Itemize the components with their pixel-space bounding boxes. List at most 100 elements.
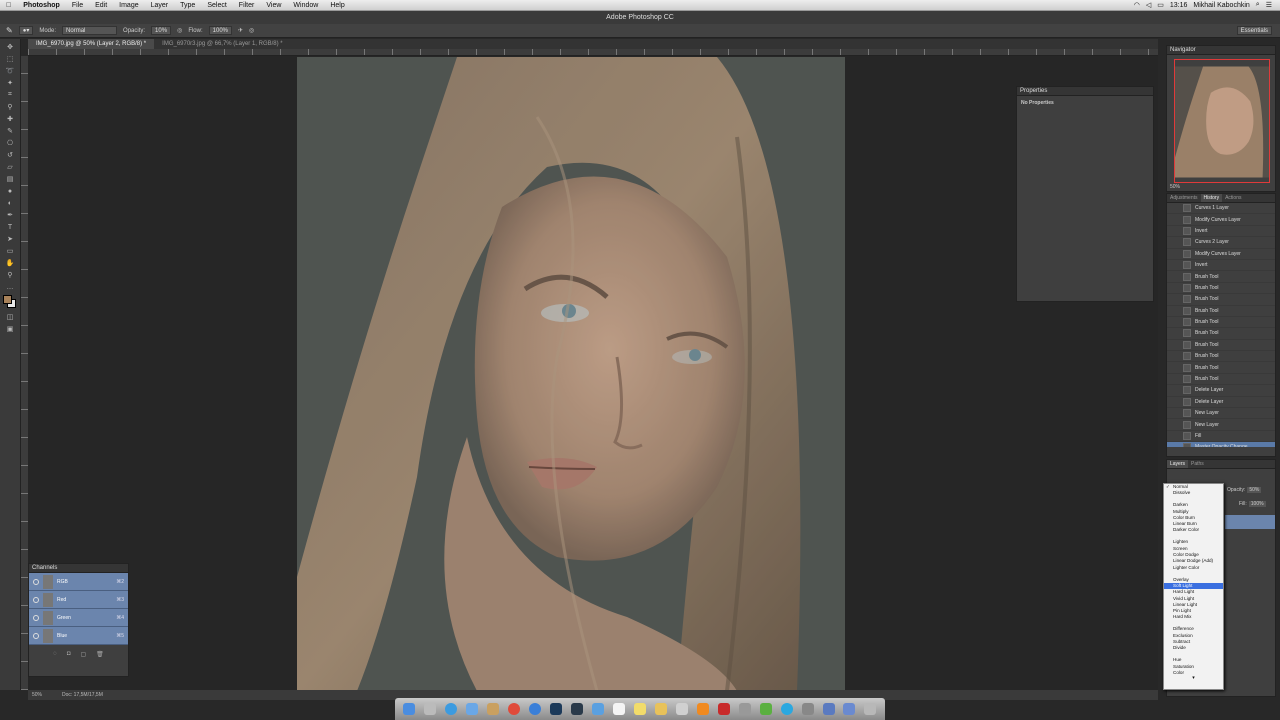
layer-row-selected[interactable]: [1225, 515, 1275, 529]
delete-channel-icon[interactable]: 🗑: [96, 651, 104, 658]
wifi-icon[interactable]: ◠: [1134, 1, 1140, 9]
history-item[interactable]: Brush Tool: [1167, 340, 1275, 352]
acrobat-icon[interactable]: [717, 703, 730, 715]
channel-row[interactable]: Green ⌘4: [29, 609, 128, 627]
menu-image[interactable]: Image: [113, 2, 144, 9]
scroll-down-arrow-icon[interactable]: ▾: [1164, 676, 1223, 681]
launchpad-icon[interactable]: [424, 703, 437, 715]
navigator-thumbnail[interactable]: [1174, 59, 1270, 183]
list-icon[interactable]: ☰: [1266, 1, 1272, 9]
zoom-tool-icon[interactable]: ⚲: [4, 271, 16, 279]
documents-icon[interactable]: [843, 703, 856, 715]
save-selection-icon[interactable]: ◘: [67, 651, 71, 658]
history-item[interactable]: Master Opacity Change: [1167, 442, 1275, 447]
history-item[interactable]: Brush Tool: [1167, 351, 1275, 363]
apple-icon[interactable]: : [0, 2, 17, 9]
itunes-icon[interactable]: [529, 703, 542, 715]
history-item[interactable]: Modify Curves Layer: [1167, 249, 1275, 260]
menu-window[interactable]: Window: [287, 2, 324, 9]
menu-view[interactable]: View: [260, 2, 287, 9]
crop-tool-icon[interactable]: ⌗: [4, 91, 16, 99]
channel-row[interactable]: Blue ⌘5: [29, 627, 128, 645]
airbrush-icon[interactable]: ✈: [238, 27, 243, 34]
history-item[interactable]: Brush Tool: [1167, 271, 1275, 283]
brush-tool-icon[interactable]: ✎: [6, 26, 13, 35]
history-item[interactable]: Modify Curves Layer: [1167, 214, 1275, 226]
path-select-icon[interactable]: ➤: [4, 235, 16, 243]
history-item[interactable]: Delete Layer: [1167, 385, 1275, 397]
tab-layers[interactable]: Layers: [1167, 460, 1189, 468]
shape-tool-icon[interactable]: ▭: [4, 247, 16, 255]
tools-icon[interactable]: [738, 703, 751, 715]
preview-icon[interactable]: [675, 703, 688, 715]
healing-brush-icon[interactable]: ✚: [4, 115, 16, 123]
history-item[interactable]: Brush Tool: [1167, 317, 1275, 329]
calendar-icon[interactable]: [613, 703, 625, 715]
contacts-icon[interactable]: [487, 703, 500, 715]
layer-fill-field[interactable]: 100%: [1248, 501, 1266, 507]
skype-icon[interactable]: [780, 703, 793, 715]
status-zoom[interactable]: 50%: [32, 690, 42, 700]
menu-filter[interactable]: Filter: [233, 2, 261, 9]
layer-opacity-field[interactable]: 50%: [1247, 487, 1262, 493]
history-item[interactable]: Brush Tool: [1167, 328, 1275, 340]
folder-icon[interactable]: [654, 703, 667, 715]
menu-select[interactable]: Select: [201, 2, 232, 9]
tab-history[interactable]: History: [1200, 194, 1223, 202]
quick-mask-icon[interactable]: ◫: [4, 313, 16, 321]
color-swatches[interactable]: [3, 295, 17, 309]
channel-row[interactable]: Red ⌘3: [29, 591, 128, 609]
battery-icon[interactable]: ▭: [1157, 1, 1164, 9]
hand-tool-icon[interactable]: ✋: [4, 259, 16, 267]
menu-help[interactable]: Help: [324, 2, 350, 9]
screen-mode-icon[interactable]: ▣: [4, 325, 16, 333]
user-name[interactable]: Mikhail Kabochkin: [1193, 2, 1249, 9]
history-item[interactable]: Brush Tool: [1167, 294, 1275, 306]
menu-type[interactable]: Type: [174, 2, 201, 9]
photoshop-icon[interactable]: [550, 703, 563, 715]
navigator-zoom[interactable]: 50%: [1170, 184, 1180, 190]
menu-layer[interactable]: Layer: [145, 2, 175, 9]
safari-icon[interactable]: [445, 703, 458, 715]
brush-preset-button[interactable]: ●▾: [18, 26, 34, 35]
history-item[interactable]: Curves 1 Layer: [1167, 203, 1275, 215]
lasso-tool-icon[interactable]: ➰: [4, 67, 16, 75]
history-item[interactable]: Fill: [1167, 431, 1275, 443]
mail-icon[interactable]: [466, 703, 479, 715]
tab-paths[interactable]: Paths: [1188, 460, 1207, 468]
dodge-tool-icon[interactable]: ◐: [4, 199, 16, 207]
history-item[interactable]: Brush Tool: [1167, 306, 1275, 317]
eraser-icon[interactable]: ▱: [4, 163, 16, 171]
pressure-opacity-icon[interactable]: ◎: [177, 27, 182, 34]
move-tool-icon[interactable]: ✥: [4, 43, 16, 51]
history-item[interactable]: Brush Tool: [1167, 374, 1275, 386]
app-menu[interactable]: Photoshop: [17, 2, 66, 9]
gradient-icon[interactable]: ▤: [4, 175, 16, 183]
system-prefs-icon[interactable]: [801, 703, 814, 715]
tab-actions[interactable]: Actions: [1222, 194, 1244, 202]
history-item[interactable]: Delete Layer: [1167, 397, 1275, 409]
tab-document-1[interactable]: IMG_6970.jpg @ 50% (Layer 2, RGB/8) *: [28, 39, 155, 49]
blend-mode-dropdown[interactable]: ✓ Normal Dissolve Darken Multiply Color Burn L…: [1163, 483, 1224, 690]
pen-tool-icon[interactable]: ✒: [4, 211, 16, 219]
notes-icon[interactable]: [633, 703, 646, 715]
eye-icon[interactable]: [33, 614, 39, 621]
pressure-size-icon[interactable]: ◎: [249, 27, 254, 34]
quick-select-icon[interactable]: ✦: [4, 79, 16, 87]
lightroom-icon[interactable]: [571, 703, 584, 715]
vlc-icon[interactable]: [696, 703, 709, 715]
downloads-icon[interactable]: [822, 703, 835, 715]
eye-icon[interactable]: [33, 578, 39, 585]
history-item[interactable]: New Layer: [1167, 419, 1275, 431]
document-canvas[interactable]: [297, 57, 845, 691]
mode-select[interactable]: Normal: [62, 26, 118, 35]
stamp-tool-icon[interactable]: ⎔: [4, 139, 16, 147]
marquee-tool-icon[interactable]: ⬚: [4, 55, 16, 63]
more-tools-icon[interactable]: …: [4, 283, 16, 291]
history-item[interactable]: Brush Tool: [1167, 362, 1275, 374]
history-item[interactable]: New Layer: [1167, 408, 1275, 420]
utorrent-icon[interactable]: [759, 703, 772, 715]
menu-edit[interactable]: Edit: [89, 2, 113, 9]
history-item[interactable]: Invert: [1167, 226, 1275, 238]
chrome-icon[interactable]: [508, 703, 521, 715]
